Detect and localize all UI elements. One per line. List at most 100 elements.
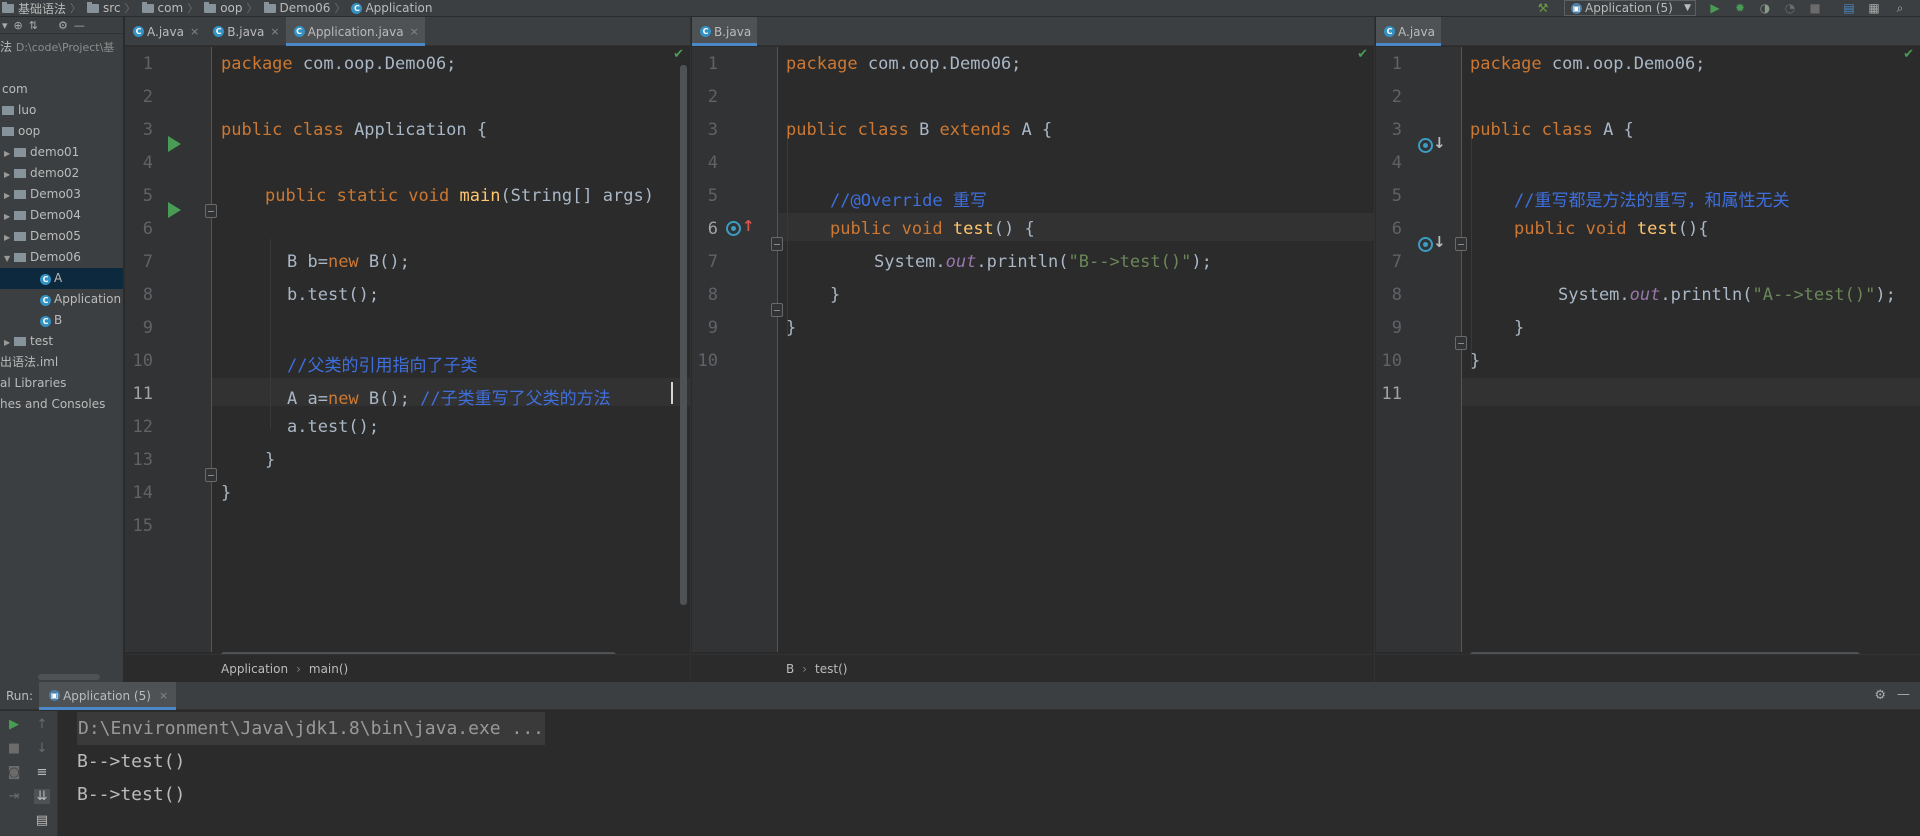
class-icon: C (133, 26, 144, 37)
run-configuration-select[interactable]: ▣ Application (5) ▼ (1564, 0, 1696, 16)
project-scrollbar[interactable] (38, 674, 100, 680)
override-gutter-icon[interactable] (726, 221, 741, 236)
breadcrumb-application[interactable]: C Application (349, 0, 436, 17)
fold-icon[interactable] (1455, 237, 1467, 251)
tree-item[interactable]: ▼ Demo06 (0, 247, 123, 268)
debug-icon[interactable]: ✹ (1733, 1, 1747, 15)
arrow-up-icon[interactable]: ↑ (34, 717, 50, 732)
rerun-icon[interactable]: ▶ (6, 717, 22, 732)
overridden-gutter-icon[interactable] (1418, 237, 1433, 252)
line-number: 2 (707, 87, 718, 107)
stop-icon[interactable]: ■ (1808, 1, 1822, 15)
run-icon[interactable]: ▶ (1708, 1, 1722, 15)
scroll-to-end-icon[interactable]: ⇊ (34, 789, 50, 804)
project-dropdown-icon[interactable]: ▾ (2, 19, 8, 32)
soft-wrap-icon[interactable]: ≡ (34, 765, 50, 780)
breadcrumb-method[interactable]: main() (309, 662, 348, 676)
chevron-down-icon: ▼ (1684, 3, 1691, 13)
overridden-gutter-icon[interactable] (1418, 138, 1433, 153)
camera-icon[interactable]: ◙ (6, 765, 22, 780)
tab-a-java[interactable]: C A.java × (125, 17, 205, 46)
close-icon[interactable]: × (270, 25, 279, 38)
folder-icon (14, 337, 26, 346)
breadcrumb-class[interactable]: Application (221, 662, 288, 676)
tree-item[interactable]: 出语法.iml (0, 352, 123, 373)
package-folder-icon (14, 232, 26, 241)
gear-icon[interactable]: ⚙ (1874, 688, 1886, 703)
fold-icon[interactable] (205, 204, 217, 218)
tree-item[interactable]: ▶ test (0, 331, 123, 352)
package-folder-icon (14, 253, 26, 262)
build-hammer-icon[interactable]: ⚒ (1536, 1, 1550, 15)
close-icon[interactable]: × (190, 25, 199, 38)
breadcrumb-oop[interactable]: oop 〉 (202, 0, 261, 17)
tree-root[interactable]: 法 D:\code\Project\基 (0, 37, 123, 58)
line-number: 13 (132, 450, 153, 470)
tree-item[interactable]: CB (0, 310, 123, 331)
breadcrumb-class[interactable]: B (786, 662, 794, 676)
stop-icon[interactable]: ■ (6, 741, 22, 756)
breadcrumb-project[interactable]: 基础语法〉 (0, 0, 85, 17)
console-output[interactable]: D:\Environment\Java\jdk1.8\bin\java.exe … (77, 712, 545, 811)
tab-a-java[interactable]: C A.java (1376, 17, 1441, 46)
tree-item[interactable]: ▶ Demo04 (0, 205, 123, 226)
line-number: 6 (142, 219, 153, 239)
line-number: 6 (1391, 219, 1402, 239)
tab-application-java[interactable]: C Application.java × (285, 17, 426, 46)
tree-item[interactable]: luo (0, 100, 123, 121)
tree-item[interactable]: hes and Consoles (0, 394, 123, 415)
package-folder-icon (2, 127, 14, 136)
run-gutter-icon[interactable] (168, 136, 181, 152)
tree-item[interactable]: ▶ demo01 (0, 142, 123, 163)
fold-icon[interactable] (771, 237, 783, 251)
tree-item[interactable]: ▶ Demo05 (0, 226, 123, 247)
class-icon: C (40, 295, 51, 306)
minimize-icon[interactable]: — (74, 19, 85, 32)
tree-item-selected[interactable]: CA (0, 268, 123, 289)
class-icon: C (40, 274, 51, 285)
exit-icon[interactable]: ⇥ (6, 789, 22, 804)
close-icon[interactable]: × (159, 689, 168, 702)
line-number: 2 (142, 87, 153, 107)
breadcrumb-demo06[interactable]: Demo06 〉 (262, 0, 350, 17)
minimize-icon[interactable]: — (1897, 687, 1910, 702)
line-number: 2 (1391, 87, 1402, 107)
text-caret (671, 382, 673, 404)
folder-icon (141, 1, 154, 13)
chevron-right-icon: ▶ (4, 149, 11, 158)
tree-item[interactable]: com (0, 79, 123, 100)
line-number: 7 (707, 252, 718, 272)
locate-icon[interactable]: ⊕ (14, 19, 23, 32)
collapse-icon[interactable]: ⇅ (29, 19, 38, 32)
breadcrumb-src[interactable]: src 〉 (85, 0, 140, 17)
breadcrumb-method[interactable]: test() (815, 662, 847, 676)
tab-b-java[interactable]: C B.java (692, 17, 758, 46)
tree-item[interactable]: oop (0, 121, 123, 142)
profile-icon[interactable]: ◔ (1783, 1, 1797, 15)
vertical-scrollbar[interactable] (680, 65, 687, 605)
run-tab-application[interactable]: ▣ Application (5) × (39, 681, 177, 710)
print-icon[interactable]: ▤ (34, 813, 50, 828)
tab-b-java[interactable]: C B.java × (205, 17, 285, 46)
tree-item[interactable]: C Application (0, 289, 123, 310)
fold-icon[interactable] (771, 303, 783, 317)
tree-item[interactable]: ▶ demo02 (0, 163, 123, 184)
run-gutter-icon[interactable] (168, 202, 181, 218)
breadcrumb-com[interactable]: com 〉 (140, 0, 203, 17)
tree-item[interactable]: ▶ Demo03 (0, 184, 123, 205)
layout-icon[interactable]: ▦ (1867, 1, 1881, 15)
line-number: 5 (142, 186, 153, 206)
chevron-down-icon: ▼ (4, 254, 11, 263)
search-everywhere-icon[interactable]: ⌕ (1893, 1, 1907, 15)
project-structure-icon[interactable]: ▤ (1842, 1, 1856, 15)
coverage-icon[interactable]: ◑ (1758, 1, 1772, 15)
tree-item[interactable]: al Libraries (0, 373, 123, 394)
line-number: 14 (132, 483, 153, 503)
fold-icon[interactable] (205, 468, 217, 482)
arrow-down-icon[interactable]: ↓ (34, 741, 50, 756)
close-icon[interactable]: × (410, 25, 419, 38)
gear-icon[interactable]: ⚙ (58, 19, 68, 32)
project-toolbar: ▾ ⊕ ⇅ ⚙ — (0, 17, 123, 34)
fold-icon[interactable] (1455, 336, 1467, 350)
editor-tabs: C B.java (692, 17, 1374, 46)
